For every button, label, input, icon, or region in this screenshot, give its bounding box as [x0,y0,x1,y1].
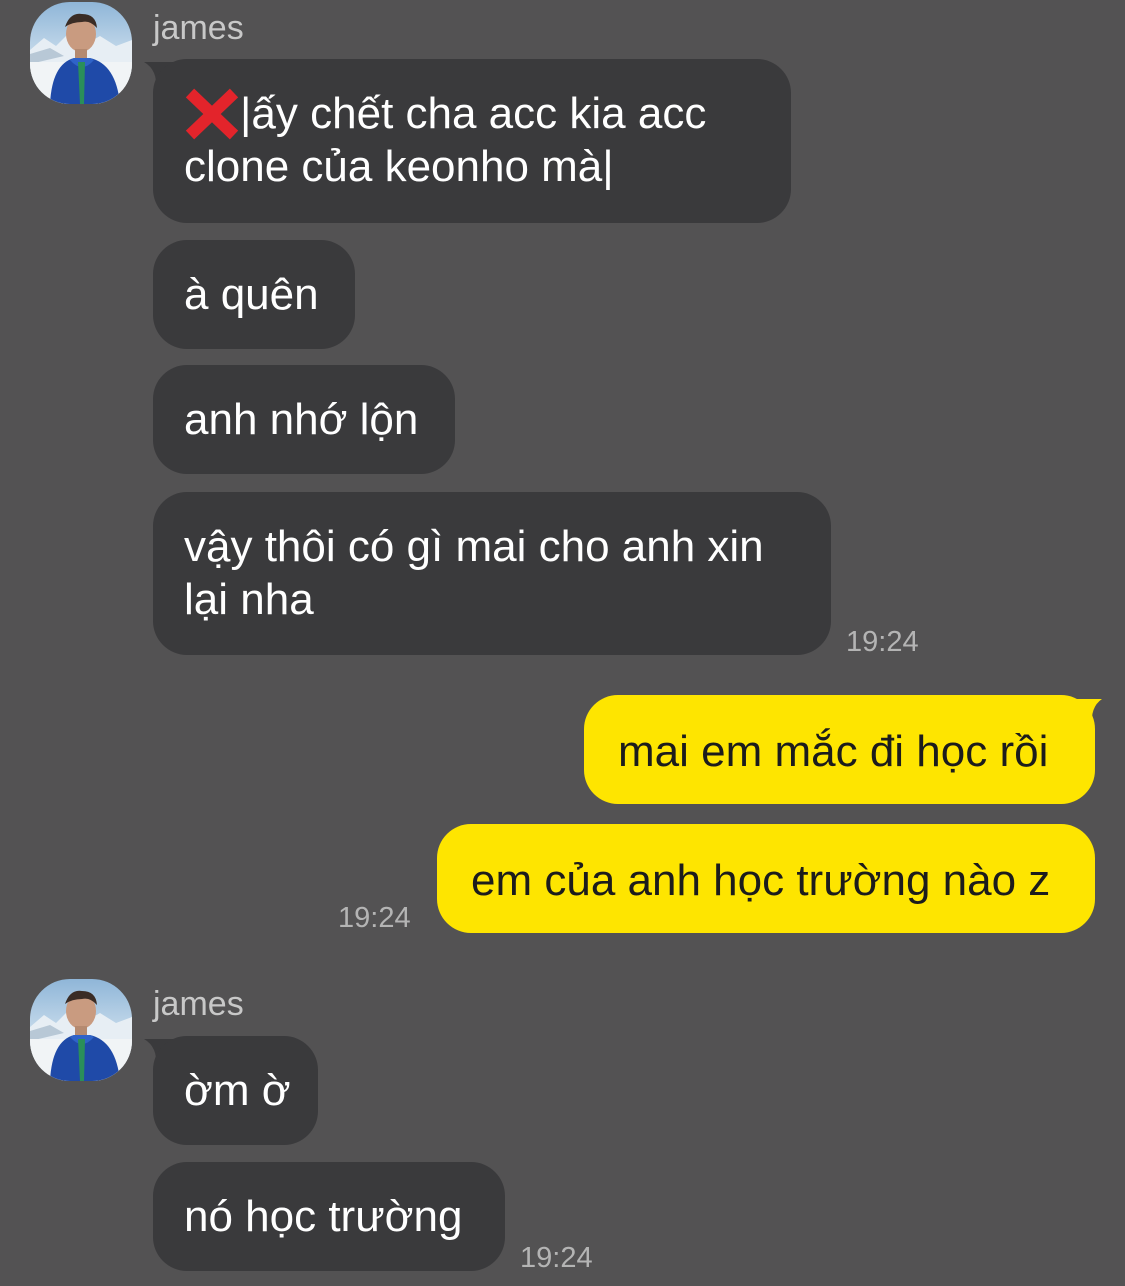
message-bubble[interactable]: em của anh học trường nào z [437,824,1095,933]
message-line: |ấy chết cha acc kia acc [184,87,759,140]
red-cross-icon [184,87,240,140]
sender-name: james [153,985,244,1023]
message-text: vậy thôi có gì mai cho anh xin [184,522,764,571]
avatar-photo [30,2,132,104]
sender-name: james [153,9,244,47]
message-text: anh nhớ lộn [184,395,419,444]
message-bubble[interactable]: ờm ờ [153,1036,318,1145]
avatar[interactable] [30,2,132,104]
message-bubble[interactable]: |ấy chết cha acc kia acc clone của keonh… [153,59,791,223]
timestamp: 19:24 [846,626,919,658]
message-text: |ấy chết cha acc kia acc [240,89,707,138]
message-text: lại nha [184,575,314,624]
message-text: mai em mắc đi học rồi [618,727,1049,776]
message-bubble[interactable]: mai em mắc đi học rồi [584,695,1095,804]
message-text: clone của keonho mà| [184,142,614,191]
message-bubble[interactable]: vậy thôi có gì mai cho anh xin lại nha [153,492,831,655]
timestamp: 19:24 [520,1242,593,1274]
message-bubble[interactable]: anh nhớ lộn [153,365,455,474]
message-text: à quên [184,270,319,319]
message-text: em của anh học trường nào z [471,856,1051,905]
message-text: nó học trường [184,1192,463,1241]
message-bubble[interactable]: nó học trường [153,1162,505,1271]
chat-thread[interactable]: james |ấy chết cha acc kia acc clone của… [0,0,1125,1286]
message-text: ờm ờ [184,1066,291,1115]
timestamp: 19:24 [338,902,411,934]
avatar[interactable] [30,979,132,1081]
message-bubble[interactable]: à quên [153,240,355,349]
avatar-photo [30,979,132,1081]
